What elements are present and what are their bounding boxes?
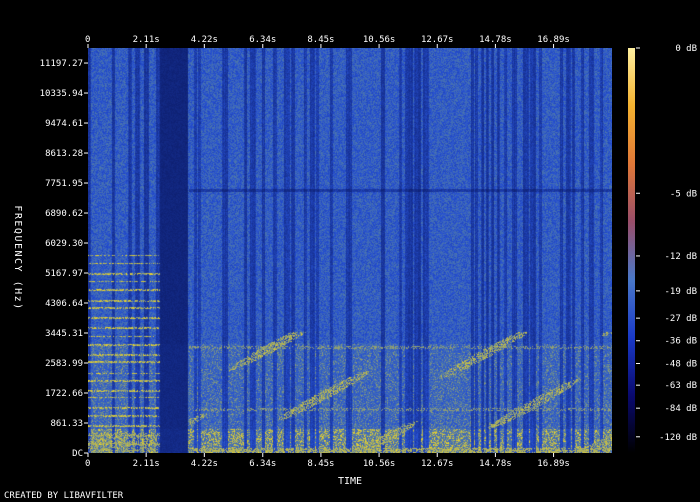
- y-tick-label: 11197.27: [40, 59, 83, 69]
- x-tick-label-top: 14.78s: [479, 35, 512, 45]
- colorbar-tick-label: -120 dB: [659, 433, 697, 443]
- colorbar-tick-label: -63 dB: [664, 381, 697, 391]
- colorbar-tick-label: -12 dB: [664, 252, 697, 262]
- x-tick-label-bottom: 12.67s: [421, 459, 454, 469]
- x-tick-label-top: 10.56s: [363, 35, 396, 45]
- y-tick-label: 4306.64: [45, 299, 83, 309]
- colorbar-tick-label: -19 dB: [664, 287, 697, 297]
- colorbar-tick-label: -48 dB: [664, 360, 697, 370]
- x-tick-label-top: 6.34s: [249, 35, 276, 45]
- y-tick-label: 6029.30: [45, 239, 83, 249]
- x-tick-label-top: 0: [85, 35, 90, 45]
- y-tick-label: 7751.95: [45, 179, 83, 189]
- y-axis-label: FREQUENCY (Hz): [12, 205, 23, 310]
- y-tick-label: 1722.66: [45, 389, 83, 399]
- x-tick-label-bottom: 16.89s: [537, 459, 570, 469]
- y-tick-label: 9474.61: [45, 119, 83, 129]
- chart-overlay: 0 2.11s 4.22s 6.34s 8.45s 10.56s 12.67s 14.78s 1…: [4, 35, 697, 501]
- colorbar-tick-label: 0 dB: [675, 44, 697, 54]
- colorbar-tick-label: -84 dB: [664, 404, 697, 414]
- y-tick-label: DC: [72, 449, 83, 459]
- x-tick-label-top: 8.45s: [307, 35, 334, 45]
- y-tick-label: 6890.62: [45, 209, 83, 219]
- x-tick-label-top: 2.11s: [133, 35, 160, 45]
- x-tick-label-top: 16.89s: [537, 35, 570, 45]
- x-tick-label-bottom: 4.22s: [191, 459, 218, 469]
- colorbar-tick-label: -27 dB: [664, 314, 697, 324]
- x-tick-label-top: 4.22s: [191, 35, 218, 45]
- y-tick-label: 3445.31: [45, 329, 83, 339]
- x-tick-label-top: 12.67s: [421, 35, 454, 45]
- x-tick-label-bottom: 8.45s: [307, 459, 334, 469]
- x-tick-label-bottom: 2.11s: [133, 459, 160, 469]
- credit-text: CREATED BY LIBAVFILTER: [4, 491, 124, 501]
- x-axis-label: TIME: [338, 476, 362, 487]
- colorbar-tick-label: -36 dB: [664, 337, 697, 347]
- x-tick-label-bottom: 6.34s: [249, 459, 276, 469]
- y-tick-label: 2583.99: [45, 359, 83, 369]
- x-tick-label-bottom: 14.78s: [479, 459, 512, 469]
- x-tick-label-bottom: 0: [85, 459, 90, 469]
- x-tick-label-bottom: 10.56s: [363, 459, 396, 469]
- colorbar-tick-label: -5 dB: [670, 189, 697, 199]
- y-tick-label: 861.33: [50, 419, 83, 429]
- y-tick-label: 8613.28: [45, 149, 83, 159]
- y-tick-label: 5167.97: [45, 269, 83, 279]
- y-tick-label: 10335.94: [40, 89, 83, 99]
